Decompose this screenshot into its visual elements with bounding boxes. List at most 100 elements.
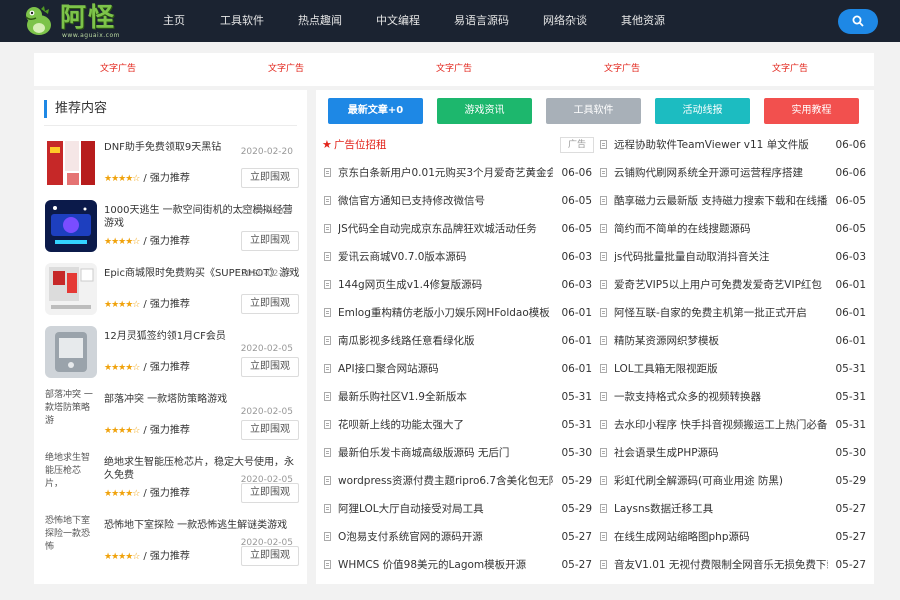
article-row[interactable]: WHMCS 价值98美元的Lagom模板开源 05-27 xyxy=(322,553,594,581)
article-title[interactable]: 音友V1.01 无视付费限制全网音乐无损免费下载 xyxy=(614,553,828,577)
article-title[interactable]: API接口聚合网站源码 xyxy=(338,357,553,381)
view-button[interactable]: 立即围观 xyxy=(241,483,299,503)
article-title[interactable]: 云铺购代刷网系统全开源可运营程序搭建 xyxy=(614,161,828,185)
article-title[interactable]: O泡易支付系统官网的源码开源 xyxy=(338,525,553,549)
tab-tutorials[interactable]: 实用教程 xyxy=(764,98,859,124)
recommend-title[interactable]: 12月灵狐签约领1月CF会员 xyxy=(104,330,300,343)
tab-tools[interactable]: 工具软件 xyxy=(546,98,641,124)
article-title[interactable]: Emlog重构精仿老版小刀娱乐网HFoldao模板 xyxy=(338,301,553,325)
view-button[interactable]: 立即围观 xyxy=(241,420,299,440)
tab-latest[interactable]: 最新文章+0 xyxy=(328,98,423,124)
nav-tools[interactable]: 工具软件 xyxy=(220,0,264,42)
broken-image-alt-text[interactable]: 绝地求生智能压枪芯片， xyxy=(45,452,97,504)
tab-activities[interactable]: 活动线报 xyxy=(655,98,750,124)
recommend-title[interactable]: 恐怖地下室探险 一款恐怖逃生解谜类游戏 xyxy=(104,519,300,532)
text-ad-link[interactable]: 文字广告 xyxy=(436,53,472,86)
article-title[interactable]: wordpress资源付费主题ripro6.7含美化包无限制版 xyxy=(338,469,553,493)
thumbnail-image[interactable] xyxy=(45,326,97,378)
thumbnail-image[interactable] xyxy=(45,263,97,315)
article-title[interactable]: 南瓜影视多线路任意看绿化版 xyxy=(338,329,553,353)
article-row[interactable]: 一款支持格式众多的视频转换器 05-31 xyxy=(598,385,868,413)
nav-network-talk[interactable]: 网络杂谈 xyxy=(543,0,587,42)
article-title[interactable]: LOL工具箱无限视距版 xyxy=(614,357,828,381)
site-logo[interactable]: 阿怪 www.aguaix.com xyxy=(22,3,132,41)
article-title[interactable]: 社会语录生成PHP源码 xyxy=(614,441,828,465)
article-title[interactable]: 爱奇艺VIP5以上用户可免费发爱奇艺VIP红包 xyxy=(614,273,828,297)
article-row[interactable]: 在线生成网站缩略图php源码 05-27 xyxy=(598,525,868,553)
nav-home[interactable]: 主页 xyxy=(163,0,185,42)
thumbnail-image[interactable] xyxy=(45,200,97,252)
article-row[interactable]: 南瓜影视多线路任意看绿化版 06-01 xyxy=(322,329,594,357)
article-row[interactable]: 彩虹代刷全解源码(可商业用途 防黑) 05-29 xyxy=(598,469,868,497)
view-button[interactable]: 立即围观 xyxy=(241,168,299,188)
article-title[interactable]: WHMCS 价值98美元的Lagom模板开源 xyxy=(338,553,553,577)
nav-e-language-source[interactable]: 易语言源码 xyxy=(454,0,509,42)
article-row[interactable]: 云铺购代刷网系统全开源可运营程序搭建 06-06 xyxy=(598,161,868,189)
article-row[interactable]: 音友V1.01 无视付费限制全网音乐无损免费下载 05-27 xyxy=(598,553,868,581)
article-row[interactable]: O泡易支付系统官网的源码开源 05-27 xyxy=(322,525,594,553)
article-row[interactable]: wordpress资源付费主题ripro6.7含美化包无限制版 05-29 xyxy=(322,469,594,497)
article-row[interactable]: 144g网页生成v1.4修复版源码 06-03 xyxy=(322,273,594,301)
article-title[interactable]: js代码批量批量自动取消抖音关注 xyxy=(614,245,828,269)
article-title[interactable]: 最新伯乐发卡商城高级版源码 无后门 xyxy=(338,441,553,465)
article-row[interactable]: 爱奇艺VIP5以上用户可免费发爱奇艺VIP红包 06-01 xyxy=(598,273,868,301)
article-row[interactable]: Laysns数据迁移工具 05-27 xyxy=(598,497,868,525)
text-ad-link[interactable]: 文字广告 xyxy=(604,53,640,86)
article-title[interactable]: 去水印小程序 快手抖音视频搬运工上热门必备 xyxy=(614,413,828,437)
article-row[interactable]: 最新乐购社区V1.9全新版本 05-31 xyxy=(322,385,594,413)
article-row[interactable]: API接口聚合网站源码 06-01 xyxy=(322,357,594,385)
tab-game-news[interactable]: 游戏资讯 xyxy=(437,98,532,124)
article-row[interactable]: 爱讯云商城V0.7.0版本源码 06-03 xyxy=(322,245,594,273)
article-row[interactable]: js代码批量批量自动取消抖音关注 06-03 xyxy=(598,245,868,273)
article-title[interactable]: 远程协助软件TeamViewer v11 单文件版 xyxy=(614,133,828,157)
broken-image-alt-text[interactable]: 恐怖地下室探险一款恐怖 xyxy=(45,515,97,567)
article-row[interactable]: JS代码全自动完成京东品牌狂欢城活动任务 06-05 xyxy=(322,217,594,245)
article-title[interactable]: Laysns数据迁移工具 xyxy=(614,497,828,521)
article-row[interactable]: 最新伯乐发卡商城高级版源码 无后门 05-30 xyxy=(322,441,594,469)
text-ad-link[interactable]: 文字广告 xyxy=(268,53,304,86)
ad-placement-label[interactable]: 广告位招租 xyxy=(334,133,549,157)
article-title[interactable]: 一款支持格式众多的视频转换器 xyxy=(614,385,828,409)
article-title[interactable]: 爱讯云商城V0.7.0版本源码 xyxy=(338,245,553,269)
article-row[interactable]: 阿怪互联-自家的免费主机第一批正式开启 06-01 xyxy=(598,301,868,329)
nav-hot[interactable]: 热点趣闻 xyxy=(298,0,342,42)
article-title[interactable]: 最新乐购社区V1.9全新版本 xyxy=(338,385,553,409)
article-row[interactable]: 精防某资源网织梦模板 06-01 xyxy=(598,329,868,357)
article-row[interactable]: 简约而不简单的在线搜题源码 06-05 xyxy=(598,217,868,245)
article-title[interactable]: 花呗新上线的功能太强大了 xyxy=(338,413,553,437)
article-title[interactable]: 精防某资源网织梦模板 xyxy=(614,329,828,353)
article-title[interactable]: 微信官方通知已支持修改微信号 xyxy=(338,189,553,213)
article-title[interactable]: 在线生成网站缩略图php源码 xyxy=(614,525,828,549)
nav-other-resources[interactable]: 其他资源 xyxy=(621,0,665,42)
view-button[interactable]: 立即围观 xyxy=(241,231,299,251)
thumbnail-image[interactable] xyxy=(45,137,97,189)
view-button[interactable]: 立即围观 xyxy=(241,294,299,314)
recommend-title[interactable]: 部落冲突 一款塔防策略游戏 xyxy=(104,393,300,406)
article-title[interactable]: JS代码全自动完成京东品牌狂欢城活动任务 xyxy=(338,217,553,241)
nav-chinese-programming[interactable]: 中文编程 xyxy=(376,0,420,42)
article-row[interactable]: LOL工具箱无限视距版 05-31 xyxy=(598,357,868,385)
article-row[interactable]: 花呗新上线的功能太强大了 05-31 xyxy=(322,413,594,441)
article-title[interactable]: 阿狸LOL大厅自动接受对局工具 xyxy=(338,497,553,521)
article-row[interactable]: 远程协助软件TeamViewer v11 单文件版 06-06 xyxy=(598,133,868,161)
article-row[interactable]: 去水印小程序 快手抖音视频搬运工上热门必备 05-31 xyxy=(598,413,868,441)
article-title[interactable]: 简约而不简单的在线搜题源码 xyxy=(614,217,828,241)
article-row[interactable]: Emlog重构精仿老版小刀娱乐网HFoldao模板 06-01 xyxy=(322,301,594,329)
article-row[interactable]: 微信官方通知已支持修改微信号 06-05 xyxy=(322,189,594,217)
article-row[interactable]: 酷享磁力云最新版 支持磁力搜索下载和在线播放 06-05 xyxy=(598,189,868,217)
article-row[interactable]: 阿狸LOL大厅自动接受对局工具 05-29 xyxy=(322,497,594,525)
view-button[interactable]: 立即围观 xyxy=(241,546,299,566)
article-title[interactable]: 144g网页生成v1.4修复版源码 xyxy=(338,273,553,297)
article-title[interactable]: 阿怪互联-自家的免费主机第一批正式开启 xyxy=(614,301,828,325)
view-button[interactable]: 立即围观 xyxy=(241,357,299,377)
text-ad-link[interactable]: 文字广告 xyxy=(772,53,808,86)
search-button[interactable] xyxy=(838,9,878,34)
ad-placement-row[interactable]: ★ 广告位招租 广告 xyxy=(322,133,594,161)
article-title[interactable]: 京东白条新用户0.01元购买3个月爱奇艺黄金会员 xyxy=(338,161,553,185)
article-row[interactable]: 京东白条新用户0.01元购买3个月爱奇艺黄金会员 06-06 xyxy=(322,161,594,189)
article-row[interactable]: 社会语录生成PHP源码 05-30 xyxy=(598,441,868,469)
article-title[interactable]: 彩虹代刷全解源码(可商业用途 防黑) xyxy=(614,469,828,493)
broken-image-alt-text[interactable]: 部落冲突 一款塔防策略游 xyxy=(45,389,97,441)
article-title[interactable]: 酷享磁力云最新版 支持磁力搜索下载和在线播放 xyxy=(614,189,828,213)
text-ad-link[interactable]: 文字广告 xyxy=(100,53,136,86)
